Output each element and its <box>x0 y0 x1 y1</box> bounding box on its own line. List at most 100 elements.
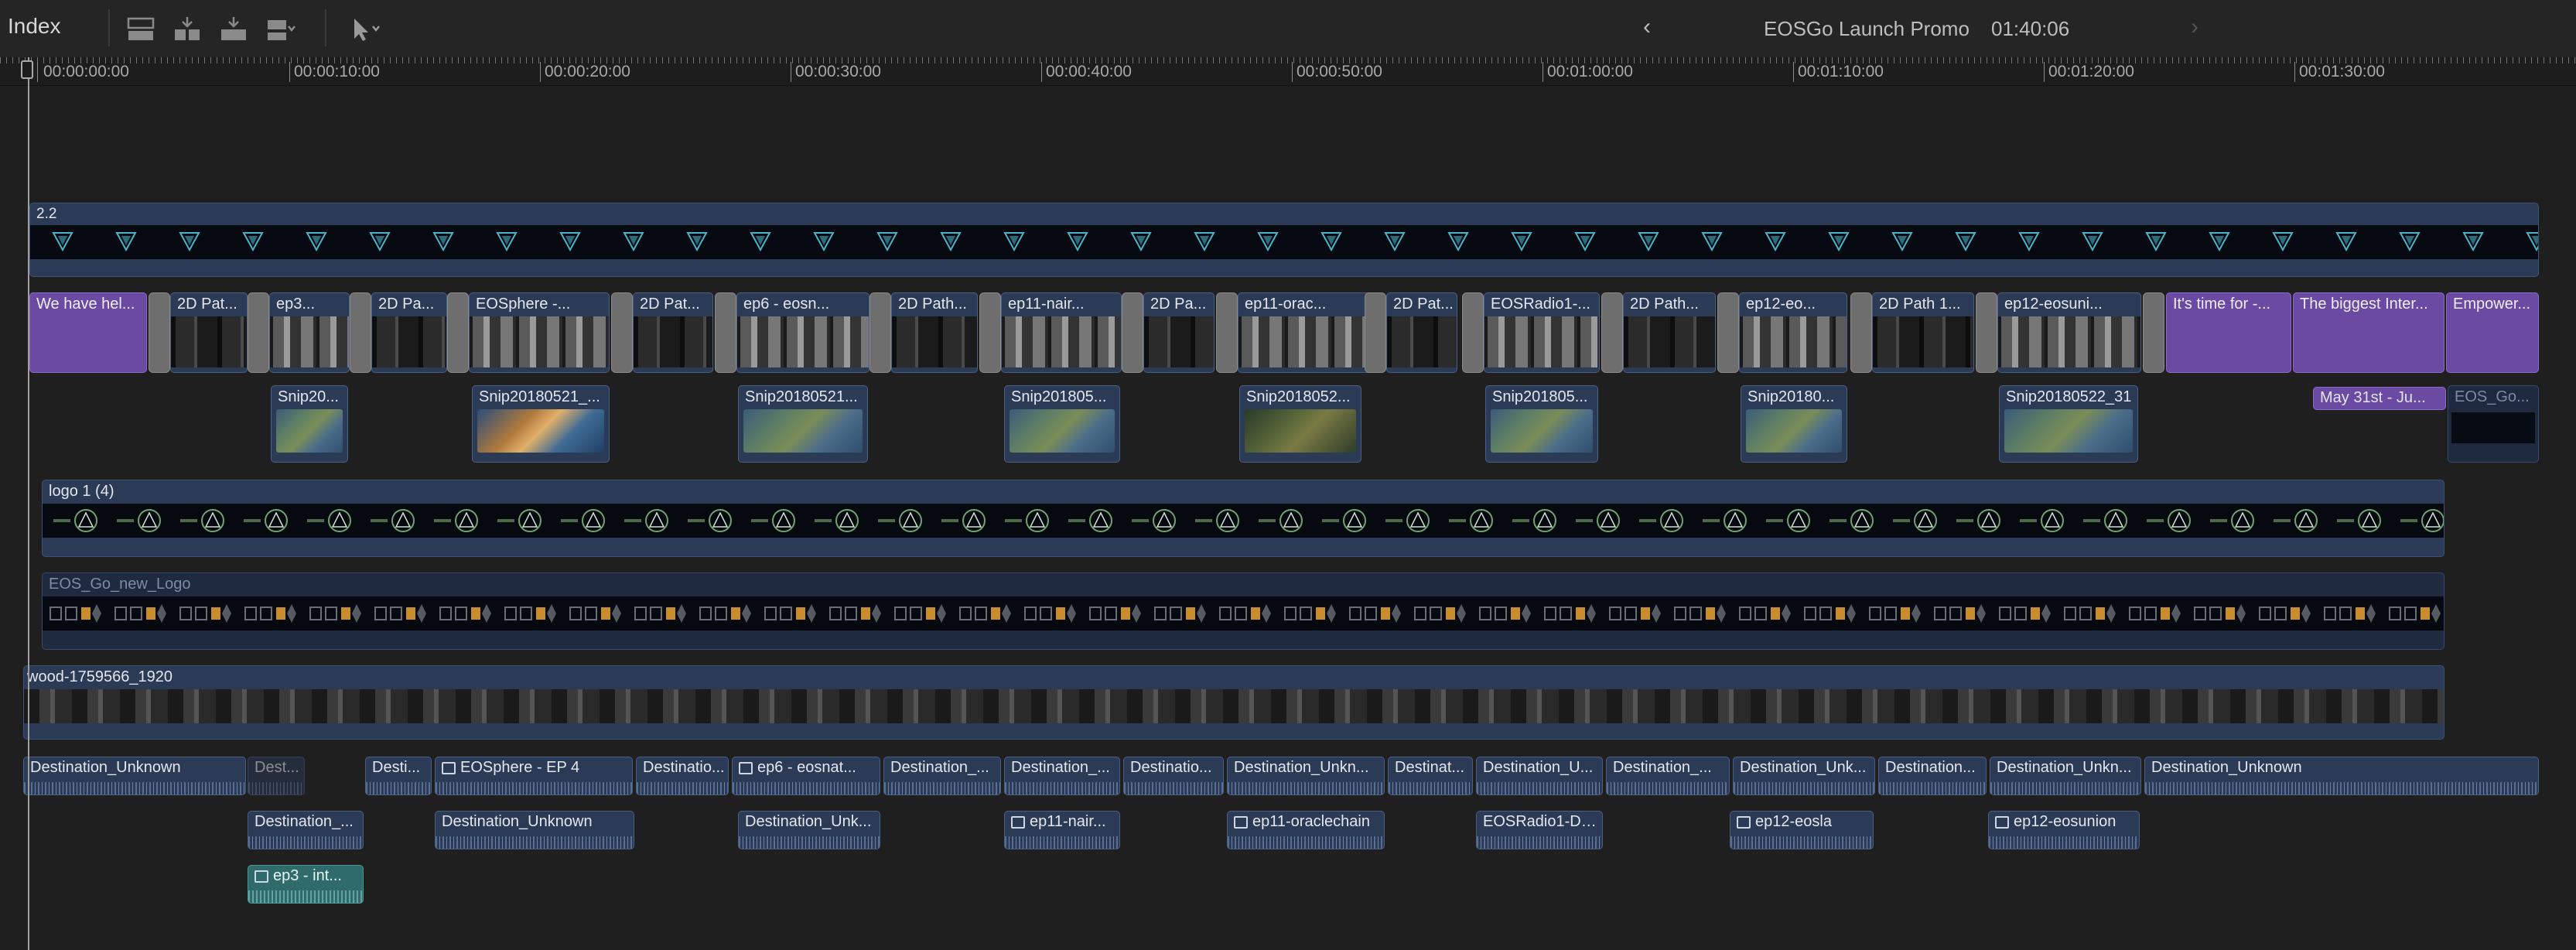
clip-label: Snip201805... <box>1011 388 1107 405</box>
transition[interactable] <box>869 292 891 373</box>
audio-clip[interactable]: Dest... <box>248 757 305 795</box>
clip-thumbnail <box>477 409 604 453</box>
title-clip[interactable]: We have hel... <box>29 292 147 373</box>
audio-clip[interactable]: Destination_Unknown <box>435 811 634 849</box>
audio-clip[interactable]: ep12-eosunion <box>1988 811 2140 849</box>
audio-waveform <box>1477 836 1602 849</box>
audio-clip[interactable]: ep12-eosla <box>1730 811 1874 849</box>
connected-clip-eos-logo[interactable]: EOS_Go_new_Logo <box>42 572 2444 650</box>
filmstrip <box>24 689 2444 723</box>
audio-clip[interactable]: Destination_... <box>1606 757 1730 795</box>
title-clip[interactable]: It's time for -... <box>2166 292 2291 373</box>
audio-clip[interactable]: Destination_Unkn... <box>1990 757 2141 795</box>
clip-thumbnails <box>737 316 869 367</box>
transition[interactable] <box>2143 292 2164 373</box>
transition[interactable] <box>1216 292 1238 373</box>
audio-clip[interactable]: ep11-oraclechain <box>1227 811 1385 849</box>
video-clip[interactable]: 2D Pat... <box>1386 292 1457 373</box>
video-clip[interactable]: ep11-orac... <box>1238 292 1385 373</box>
audio-clip[interactable]: ep6 - eosnat... <box>732 757 880 795</box>
clip-label: Snip20180521... <box>745 388 858 405</box>
video-clip[interactable]: ep3... <box>269 292 350 373</box>
insert-clip-icon[interactable] <box>172 15 203 43</box>
title-clip[interactable]: May 31st - Ju... <box>2313 387 2446 410</box>
connected-clip-2-2[interactable]: 2.2 <box>29 203 2539 277</box>
video-clip[interactable]: 2D Path 1... <box>1872 292 1974 373</box>
snip-clip[interactable]: Snip201805... <box>1485 385 1598 463</box>
snip-clip[interactable]: Snip20180522_31 <box>1999 385 2138 463</box>
audio-clip[interactable]: ep3 - int... <box>248 865 364 904</box>
transition[interactable] <box>1365 292 1386 373</box>
audio-clip[interactable]: Destination_U... <box>1476 757 1603 795</box>
video-clip[interactable]: 2D Pa... <box>1143 292 1215 373</box>
video-clip[interactable]: EOSRadio1-... <box>1484 292 1600 373</box>
connect-clip-menu-icon[interactable] <box>265 15 296 43</box>
transition[interactable] <box>350 292 371 373</box>
index-button[interactable]: Index <box>8 14 61 39</box>
select-tool-menu-icon[interactable] <box>350 15 381 43</box>
transition[interactable] <box>1717 292 1739 373</box>
audio-clip[interactable]: Destination_Unkn... <box>1227 757 1385 795</box>
transition[interactable] <box>1601 292 1623 373</box>
logo-clip[interactable]: EOS_Go... <box>2448 385 2539 463</box>
audio-clip[interactable]: Destination_... <box>883 757 1001 795</box>
snip-clip[interactable]: Snip20180... <box>1741 385 1847 463</box>
transition[interactable] <box>1850 292 1872 373</box>
video-clip[interactable]: 2D Path... <box>1623 292 1716 373</box>
audio-clip[interactable]: EOSRadio1-Da... <box>1476 811 1603 849</box>
audio-clip[interactable]: Destination... <box>1878 757 1987 795</box>
transition[interactable] <box>715 292 736 373</box>
audio-clip[interactable]: Destination_Unknown <box>23 757 246 795</box>
title-clip[interactable]: Empower... <box>2446 292 2539 373</box>
audio-clip[interactable]: Destination_... <box>1004 757 1120 795</box>
audio-clip[interactable]: Desti... <box>365 757 432 795</box>
connected-clip-logo[interactable]: logo 1 (4) <box>42 480 2444 557</box>
video-clip[interactable]: EOSphere -... <box>469 292 610 373</box>
video-clip[interactable]: ep12-eo... <box>1739 292 1847 373</box>
overwrite-clip-icon[interactable] <box>218 15 249 43</box>
snip-clip[interactable]: Snip20180521_... <box>472 385 610 463</box>
video-clip[interactable]: 2D Path... <box>891 292 978 373</box>
audio-clip[interactable]: Destination_... <box>248 811 364 849</box>
video-clip[interactable]: ep6 - eosn... <box>736 292 869 373</box>
snip-clip[interactable]: Snip20... <box>271 385 348 463</box>
timeline-ruler[interactable]: 00:00:00:00 00:00:10:00 00:00:20:00 00:0… <box>0 57 2576 86</box>
previous-project-button[interactable]: ‹ <box>1643 14 1651 40</box>
playhead[interactable] <box>28 57 29 950</box>
clip-label: ep11-orac... <box>1245 296 1327 313</box>
ruler-tick <box>2044 62 2045 82</box>
snip-clip[interactable]: Snip20180521... <box>738 385 868 463</box>
transition[interactable] <box>447 292 469 373</box>
transition[interactable] <box>149 292 170 373</box>
audio-clip[interactable]: Destinat... <box>1388 757 1473 795</box>
video-clip[interactable]: ep11-nair... <box>1001 292 1122 373</box>
snip-clip[interactable]: Snip2018052... <box>1239 385 1361 463</box>
transition[interactable] <box>611 292 633 373</box>
video-clip[interactable]: 2D Pat... <box>633 292 713 373</box>
title-clip[interactable]: The biggest Inter... <box>2293 292 2444 373</box>
audio-clip[interactable]: Destination_Unknown <box>2144 757 2539 795</box>
connected-clip-wood[interactable]: wood-1759566_1920 <box>23 665 2444 740</box>
audio-clip[interactable]: ep11-nair... <box>1004 811 1120 849</box>
transition[interactable] <box>1122 292 1143 373</box>
transition[interactable] <box>248 292 269 373</box>
video-clip[interactable]: 2D Pat... <box>170 292 248 373</box>
ruler-tick-label: 00:00:40:00 <box>1046 63 1132 80</box>
clip-thumbnails <box>372 316 446 367</box>
clip-label: Destinat... <box>1395 759 1465 776</box>
audio-clip[interactable]: Destinatio... <box>1123 757 1224 795</box>
transition[interactable] <box>979 292 1001 373</box>
playhead-handle[interactable] <box>21 60 33 79</box>
audio-clip[interactable]: EOSphere - EP 4 <box>435 757 633 795</box>
video-clip[interactable]: ep12-eosuni... <box>1997 292 2141 373</box>
audio-clip[interactable]: Destination_Unk... <box>738 811 880 849</box>
audio-clip[interactable]: Destinatio... <box>636 757 729 795</box>
audio-clip[interactable]: Destination_Unk... <box>1733 757 1875 795</box>
snip-clip[interactable]: Snip201805... <box>1004 385 1120 463</box>
transition[interactable] <box>1976 292 1997 373</box>
filmstrip <box>43 504 2444 538</box>
next-project-button[interactable]: › <box>2191 14 2198 40</box>
video-clip[interactable]: 2D Pa... <box>371 292 447 373</box>
append-clip-icon[interactable] <box>125 15 156 43</box>
transition[interactable] <box>1462 292 1484 373</box>
